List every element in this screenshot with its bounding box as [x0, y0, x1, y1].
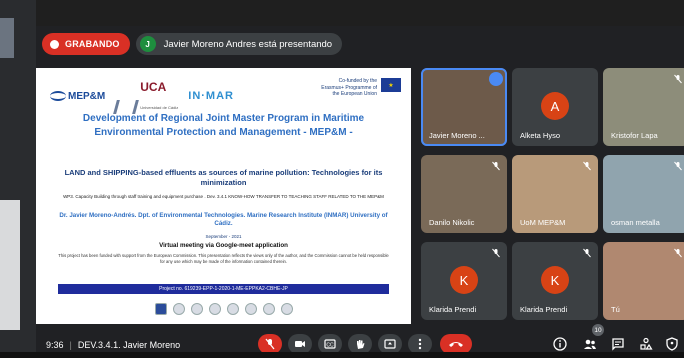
participant-tile[interactable]: Tú — [603, 242, 684, 320]
slide-logos: MEP&M UCA Universidad de Cádiz IN·MAR — [50, 78, 234, 114]
top-bar: GRABANDO J Javier Moreno Andres está pre… — [42, 32, 343, 56]
slide-title: Development of Regional Joint Master Pro… — [82, 113, 365, 138]
mic-muted-icon — [674, 248, 682, 258]
present-button[interactable] — [378, 334, 402, 354]
slide-subtitle: LAND and SHIPPING-based effluents as sou… — [64, 168, 383, 187]
shared-slide: MEP&M UCA Universidad de Cádiz IN·MAR Co… — [36, 68, 411, 324]
avatar: A — [541, 92, 569, 120]
background-object — [0, 200, 20, 330]
avatar: K — [450, 266, 478, 294]
captions-icon: CC — [324, 339, 336, 349]
partner-logo-icon — [190, 303, 203, 315]
meeting-info: 9:36 | DEV.3.4.1. Javier Moreno — [46, 340, 181, 350]
participant-name: osman metalla — [611, 218, 660, 227]
avatar: K — [541, 266, 569, 294]
info-icon — [553, 337, 567, 351]
uca-logo: UCA Universidad de Cádiz — [113, 78, 178, 114]
partner-logo-icon — [244, 303, 257, 315]
speaking-indicator-icon — [489, 72, 503, 86]
participant-tile[interactable]: Kristofor Lapa — [603, 68, 684, 146]
mic-muted-icon — [492, 161, 500, 171]
svg-text:CC: CC — [326, 343, 334, 349]
partner-logo-icon — [154, 303, 167, 315]
raise-hand-button[interactable] — [348, 334, 372, 354]
mic-muted-icon — [583, 161, 591, 171]
chat-button[interactable] — [610, 336, 626, 352]
webcam-bezel — [0, 18, 14, 58]
participant-tile[interactable]: Danilo Nikolic — [421, 155, 507, 233]
slide-partner-logos — [96, 302, 351, 316]
mic-muted-icon — [492, 248, 500, 258]
partner-logo-icon — [172, 303, 185, 315]
meeting-name: DEV.3.4.1. Javier Moreno — [77, 340, 181, 350]
recording-label: GRABANDO — [65, 39, 120, 49]
mic-muted-icon — [674, 74, 682, 84]
slide-disclaimer: This project has been funded with suppor… — [58, 253, 389, 264]
captions-button[interactable]: CC — [318, 334, 342, 354]
background-edge — [0, 0, 36, 358]
record-dot-icon — [50, 39, 59, 49]
participant-tile[interactable]: osman metalla — [603, 155, 684, 233]
participant-count-badge: 10 — [592, 324, 604, 336]
present-icon — [384, 339, 396, 349]
mic-muted-icon — [674, 161, 682, 171]
clock: 9:36 — [46, 340, 64, 350]
background-edge-bottom — [0, 352, 684, 358]
meeting-details-button[interactable] — [552, 336, 568, 352]
mic-muted-icon — [583, 248, 591, 258]
slide-author: Dr. Javier Moreno-Andrés. Dpt. of Enviro… — [59, 212, 388, 227]
participant-tile[interactable]: K Klarida Prendi — [512, 242, 598, 320]
participant-tile[interactable]: Javier Moreno ... — [421, 68, 507, 146]
slide-meeting: Virtual meeting via Google-meet applicat… — [159, 242, 288, 249]
participant-name: Klarida Prendi — [520, 305, 568, 314]
shield-icon — [666, 337, 678, 351]
people-button[interactable] — [582, 336, 598, 352]
participant-name: Kristofor Lapa — [611, 131, 658, 140]
recording-indicator[interactable]: GRABANDO — [42, 33, 130, 55]
mepm-logo: MEP&M — [50, 91, 105, 102]
activities-icon — [640, 337, 653, 350]
participant-name: UoM MEP&M — [520, 218, 566, 227]
camera-button[interactable] — [288, 334, 312, 354]
waves-icon — [50, 91, 66, 101]
host-controls-button[interactable] — [664, 336, 680, 352]
leave-call-button[interactable] — [440, 334, 472, 354]
participant-tile[interactable]: A Alketa Hyso — [512, 68, 598, 146]
eu-flag-icon: ★ — [381, 78, 401, 92]
participant-name: Danilo Nikolic — [429, 218, 475, 227]
hang-up-icon — [449, 342, 463, 347]
participant-name: Alketa Hyso — [520, 131, 561, 140]
partner-logo-icon — [208, 303, 221, 315]
participant-tile[interactable]: K Klarida Prendi — [421, 242, 507, 320]
more-vert-icon — [418, 338, 422, 350]
activities-button[interactable] — [638, 336, 654, 352]
slide-project-number: Project no. 619239-EPP-1-2020-1-ME-EPPKA… — [58, 284, 389, 294]
slide-date: September - 2021 — [205, 234, 242, 239]
inmar-logo: IN·MAR — [188, 90, 234, 102]
presenting-text: Javier Moreno Andres está presentando — [163, 38, 333, 50]
participant-name: Klarida Prendi — [429, 305, 477, 314]
partner-logo-icon — [262, 303, 275, 315]
chat-icon — [612, 338, 624, 351]
participant-tile[interactable]: UoM MEP&M — [512, 155, 598, 233]
mic-off-icon — [265, 338, 275, 350]
presenting-banner[interactable]: J Javier Moreno Andres está presentando — [135, 33, 343, 55]
meet-window: GRABANDO J Javier Moreno Andres está pre… — [36, 26, 684, 358]
participant-name: Tú — [611, 305, 620, 314]
slide-workpackage: WP3. Capacity Building through staff tra… — [63, 194, 384, 199]
mic-off-button[interactable] — [258, 334, 282, 354]
participant-name: Javier Moreno ... — [429, 131, 485, 140]
partner-logo-icon — [226, 303, 239, 315]
eu-cofunding: Co-funded by the Erasmus+ Programme of t… — [317, 78, 401, 98]
partner-logo-icon — [280, 303, 293, 315]
hand-icon — [357, 340, 365, 349]
presenter-avatar: J — [139, 36, 156, 52]
camera-icon — [295, 341, 305, 347]
people-icon — [584, 339, 596, 349]
more-options-button[interactable] — [408, 334, 432, 354]
